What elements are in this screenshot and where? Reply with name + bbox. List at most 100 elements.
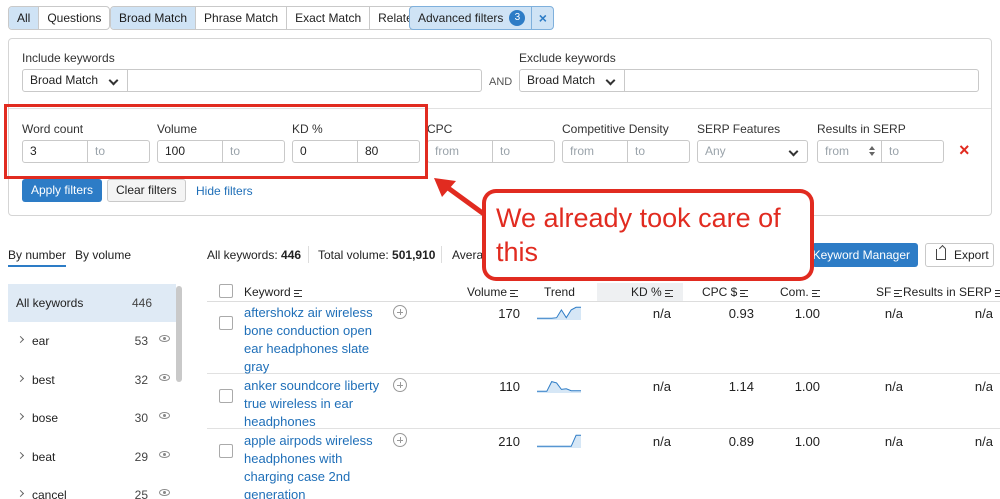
group-name: best (32, 373, 55, 387)
col-volume[interactable]: Volume (467, 285, 519, 299)
all-keywords-summary: All keywords: 446 (207, 248, 301, 262)
row-checkbox[interactable] (219, 444, 233, 458)
list-item-all-keywords[interactable]: All keywords 446 (8, 284, 176, 322)
include-keywords-input[interactable] (127, 70, 481, 91)
tab-phrase-match[interactable]: Phrase Match (196, 7, 288, 29)
exclude-keywords-label: Exclude keywords (519, 51, 616, 65)
chevron-right-icon (16, 374, 25, 383)
kd-value: n/a (652, 306, 671, 321)
keyword-link[interactable]: aftershokz air wireless bone conduction … (244, 304, 384, 376)
advanced-filters-toggle[interactable]: Advanced filters 3 × (409, 6, 555, 30)
eye-icon[interactable] (159, 489, 170, 496)
sort-icon (894, 290, 903, 297)
sf-value: n/a (884, 434, 903, 449)
advanced-filters-button[interactable]: Advanced filters 3 (410, 7, 531, 29)
total-volume-label: Total volume: (318, 248, 389, 262)
export-button[interactable]: Export (925, 243, 994, 267)
tab-questions[interactable]: Questions (39, 7, 109, 29)
stepper-icon[interactable] (868, 145, 876, 157)
hide-filters-link[interactable]: Hide filters (196, 184, 253, 198)
com-value: 1.00 (794, 434, 820, 449)
list-item[interactable]: cancel 25 (8, 476, 176, 499)
list-scrollbar[interactable] (176, 286, 182, 382)
eye-icon[interactable] (159, 335, 170, 342)
list-item[interactable]: bose 30 (8, 399, 176, 437)
col-com[interactable]: Com. (780, 285, 820, 299)
tab-all[interactable]: All (9, 7, 40, 29)
group-name: bose (32, 411, 59, 425)
group-count: 29 (134, 450, 148, 464)
apply-filters-button[interactable]: Apply filters (22, 179, 103, 202)
kd-value: n/a (652, 434, 671, 449)
cpc-label: CPC (427, 122, 453, 136)
col-cpc[interactable]: CPC $ (702, 285, 749, 299)
group-name: beat (32, 450, 56, 464)
clear-filters-button[interactable]: Clear filters (107, 179, 186, 202)
results-in-serp-label: Results in SERP (817, 122, 906, 136)
col-trend: Trend (544, 285, 575, 299)
results-from-input[interactable]: from (818, 141, 881, 162)
include-keywords-field: Broad Match (22, 69, 482, 92)
annotation-callout: We already took care of this (482, 189, 814, 281)
list-item[interactable]: best 32 (8, 361, 176, 399)
close-icon[interactable]: × (531, 7, 553, 29)
serp-features-value: Any (705, 144, 726, 158)
cpc-from-input[interactable]: from (428, 141, 492, 162)
sort-icon (664, 290, 673, 297)
keyword-link[interactable]: anker soundcore liberty true wireless in… (244, 377, 384, 431)
chevron-right-icon (16, 335, 25, 344)
tab-by-volume[interactable]: By volume (75, 248, 131, 262)
chevron-down-icon (788, 146, 799, 157)
include-match-select[interactable]: Broad Match (23, 70, 127, 91)
add-icon[interactable] (393, 305, 407, 319)
average-summary: Avera (452, 248, 484, 262)
serp-features-select[interactable]: Any (697, 140, 808, 163)
tab-broad-match[interactable]: Broad Match (111, 7, 197, 29)
select-all-checkbox[interactable] (219, 284, 233, 298)
kd-value: n/a (652, 379, 671, 394)
group-count: 32 (134, 373, 148, 387)
tab-by-number[interactable]: By number (8, 248, 67, 267)
clear-filter-icon[interactable]: × (959, 140, 970, 161)
list-item[interactable]: beat 29 (8, 438, 176, 476)
keyword-group-list: All keywords 446 ear 53 best 32 bose 30 … (8, 284, 184, 499)
col-sf-label: SF (876, 285, 892, 299)
serp-features-label: SERP Features (697, 122, 781, 136)
competitive-density-to-input[interactable]: to (627, 141, 689, 162)
exclude-keywords-input[interactable] (624, 70, 978, 91)
volume-value: 170 (498, 306, 520, 321)
competitive-density-from-input[interactable]: from (563, 141, 627, 162)
col-kd[interactable]: KD % (631, 285, 673, 299)
results-to-input[interactable]: to (881, 141, 943, 162)
row-checkbox[interactable] (219, 389, 233, 403)
col-keyword-label: Keyword (244, 285, 291, 299)
eye-icon[interactable] (159, 451, 170, 458)
cpc-to-input[interactable]: to (492, 141, 554, 162)
add-icon[interactable] (393, 378, 407, 392)
keyword-manager-button[interactable]: Keyword Manager (812, 243, 918, 267)
total-volume-summary: Total volume: 501,910 (318, 248, 435, 262)
list-item[interactable]: ear 53 (8, 322, 176, 360)
add-icon[interactable] (393, 433, 407, 447)
group-count: 25 (134, 488, 148, 499)
col-keyword[interactable]: Keyword (244, 285, 302, 299)
all-keywords-label: All keywords: (207, 248, 278, 262)
eye-icon[interactable] (159, 412, 170, 419)
table-row: aftershokz air wireless bone conduction … (207, 302, 1000, 374)
row-checkbox[interactable] (219, 316, 233, 330)
keyword-link[interactable]: apple airpods wireless headphones with c… (244, 432, 384, 499)
results-value: n/a (974, 434, 993, 449)
eye-icon[interactable] (159, 374, 170, 381)
col-results[interactable]: Results in SERP (903, 285, 1000, 299)
summary-divider (441, 246, 442, 263)
sort-icon (994, 290, 1000, 297)
sf-value: n/a (884, 379, 903, 394)
annotation-highlight-box (4, 104, 428, 179)
col-sf[interactable]: SF (876, 285, 903, 299)
include-keywords-label: Include keywords (22, 51, 115, 65)
tab-exact-match[interactable]: Exact Match (287, 7, 371, 29)
group-count: 30 (134, 411, 148, 425)
table-row: apple airpods wireless headphones with c… (207, 430, 1000, 499)
exclude-match-select[interactable]: Broad Match (520, 70, 624, 91)
trend-sparkline (537, 381, 581, 393)
